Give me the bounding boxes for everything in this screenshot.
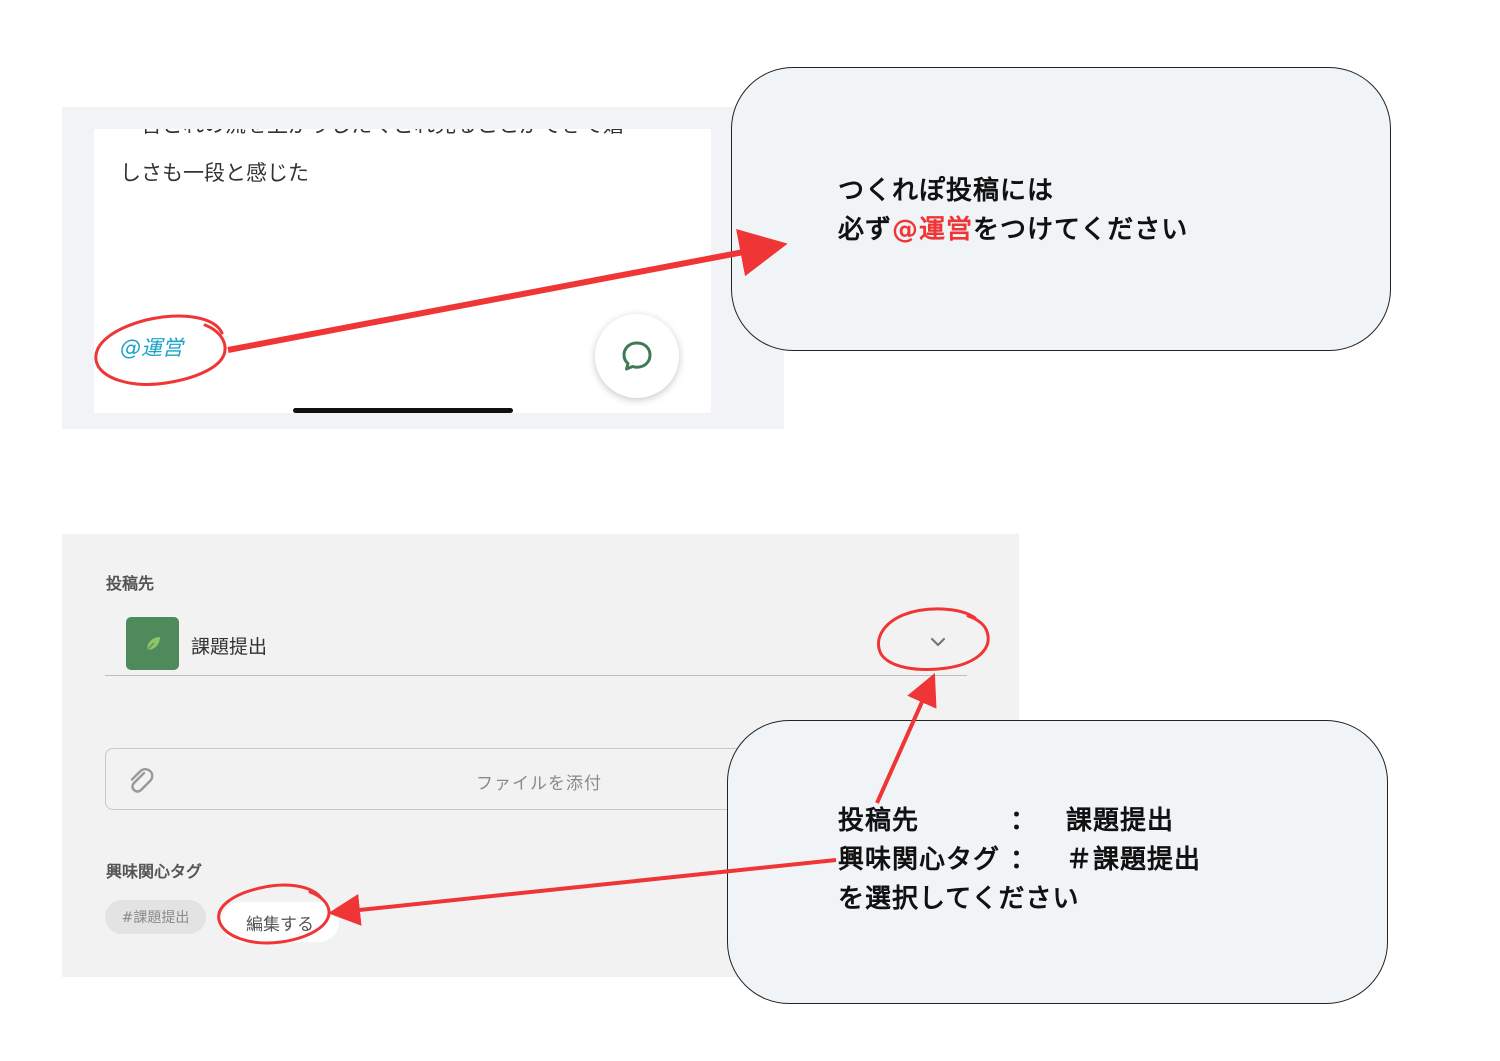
mention-link[interactable]: @運営 [120,332,183,362]
comment-button[interactable] [595,314,679,398]
callout-bottom-row1: 投稿先 ： 課題提出 [838,802,1174,841]
post-card: 一言どれの流を上がりしたくどれ見ることができて嬉 しさも一段と感じた @運営 [94,129,711,413]
destination-underline [105,675,967,676]
channel-avatar [126,617,179,670]
callout-bottom-row2: 興味関心タグ ： ＃課題提出 [838,841,1201,880]
destination-label: 投稿先 [106,574,155,593]
post-text-cut-line: 一言どれの流を上がりしたくどれ見ることができて嬉 [120,129,680,139]
callout-row2-value: ＃課題提出 [1066,845,1202,875]
callout-top-line2: 必ず@運営をつけてください [838,211,1188,250]
callout-row2-sep: ： [1010,845,1038,875]
callout-top-line2-post: をつけてください [973,215,1189,245]
callout-mention-instruction [731,67,1391,351]
callout-top-mention: @運営 [892,215,974,245]
tag-chip: #課題提出 [105,900,206,934]
destination-select-value[interactable]: 課題提出 [191,632,267,659]
edit-tags-button[interactable]: 編集する [221,902,339,942]
callout-row1-value: 課題提出 [1066,806,1175,836]
interest-tags-label: 興味関心タグ [106,862,203,881]
callout-bottom-row3: を選択してください [838,884,1080,914]
callout-top-line2-pre: 必ず [838,215,893,245]
attach-file-button[interactable]: ファイルを添付 [105,748,745,810]
comment-bubble-icon [622,341,652,371]
home-indicator [293,408,513,413]
chevron-down-icon[interactable] [926,633,950,653]
leaf-icon [145,636,160,651]
callout-row1-label: 投稿先 [838,806,920,836]
post-text: しさも一段と感じた [120,161,309,185]
callout-top-line1: つくれぽ投稿には [838,176,1055,206]
callout-row2-label: 興味関心タグ [838,845,1001,875]
callout-row1-sep: ： [1010,806,1038,836]
